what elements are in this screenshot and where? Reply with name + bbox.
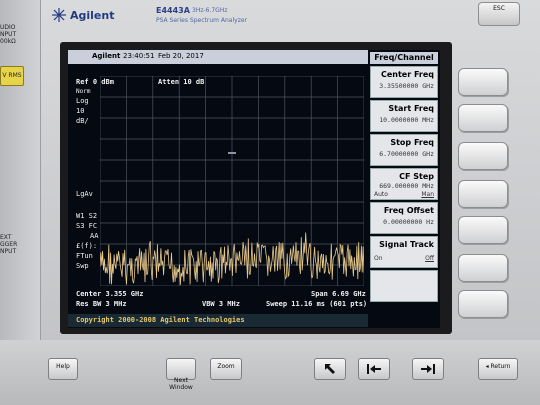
softkey-value: 10.0000000 MHz [379, 116, 434, 124]
model-range: 3Hz-6.7GHz [192, 7, 228, 14]
arrow-left-bar-icon [367, 364, 381, 374]
softkey-cf-step[interactable]: CF Step 669.000000 MHz Auto Man [370, 168, 438, 200]
softkey-label: Start Freq [388, 104, 434, 113]
return-label-wrap: ◂ Return [479, 359, 517, 370]
softkey-on-option: On [374, 255, 383, 262]
status-vendor: Agilent [92, 52, 121, 60]
softkey-label: CF Step [399, 172, 434, 181]
help-button-label: Help [56, 363, 70, 370]
return-arrow-icon: ◂ [485, 363, 489, 370]
v-rms-button[interactable]: V RMS [0, 66, 24, 86]
span: Span 6.69 GHz [311, 290, 366, 298]
bottom-key-strip [0, 340, 540, 405]
ftun-label: FTun [76, 252, 93, 260]
model-number: E4443A [156, 6, 190, 15]
softkey-auto-option: Auto [374, 191, 388, 198]
hw-softkey-1[interactable] [458, 68, 508, 96]
softkey-off-option: Off [425, 255, 434, 262]
softkey-freq-offset[interactable]: Freq Offset 0.00000000 Hz [370, 202, 438, 234]
audio-input-label: UDIO NPUT 00kΩ [0, 24, 17, 45]
arrow-up-left-button[interactable] [314, 358, 346, 380]
status-time: 23:40:51 [123, 52, 155, 60]
hw-softkey-3[interactable] [458, 142, 508, 170]
softkey-signal-track[interactable]: Signal Track On Off [370, 236, 438, 268]
hw-softkey-5[interactable] [458, 216, 508, 244]
softkey-value: 3.35500000 GHz [379, 82, 434, 90]
hw-softkey-2[interactable] [458, 104, 508, 132]
analyzer-screen: Agilent 23:40:51 Feb 20, 2017 Ref 0 dBm … [68, 50, 440, 328]
ext-trigger-label: EXT GGER NPUT [0, 234, 18, 255]
next-window-label: Next Window [169, 377, 193, 391]
softkey-value: 6.70000000 GHz [379, 150, 434, 158]
softkey-menu-title: Freq/Channel [370, 52, 438, 64]
status-bar: Agilent 23:40:51 Feb 20, 2017 [68, 50, 368, 64]
vbw: VBW 3 MHz [202, 300, 240, 308]
help-button[interactable]: Help [48, 358, 78, 380]
esc-button[interactable]: ESC [478, 2, 520, 26]
softkey-label: Signal Track [379, 240, 434, 249]
res-bw: Res BW 3 MHz [76, 300, 127, 308]
next-window-button[interactable]: Next Window [166, 358, 196, 391]
arrow-up-left-icon [325, 364, 335, 374]
softkey-stop-freq[interactable]: Stop Freq 6.70000000 GHz [370, 134, 438, 166]
softkey-label: Stop Freq [390, 138, 434, 147]
center-marker [228, 152, 236, 154]
softkey-start-freq[interactable]: Start Freq 10.0000000 MHz [370, 100, 438, 132]
zoom-button-label: Zoom [217, 363, 235, 370]
zoom-button[interactable]: Zoom [210, 358, 242, 380]
brand-bar: Agilent E4443A 3Hz-6.7GHz PSA Series Spe… [44, 2, 484, 28]
scale-value: 10 [76, 107, 85, 115]
scale-type: Log [76, 97, 89, 105]
softkey-value: 669.000000 MHz [379, 182, 434, 190]
softkey-value: 0.00000000 Hz [383, 218, 434, 226]
detector-mode: Norm [76, 88, 91, 95]
arrow-right-bar-icon [421, 364, 435, 374]
softkey-label: Center Freq [380, 70, 434, 79]
softkey-man-option: Man [421, 191, 434, 198]
copyright-text: Copyright 2000-2008 Agilent Technologies [76, 316, 245, 324]
hw-softkey-7[interactable] [458, 290, 508, 318]
scale-unit: dB/ [76, 117, 89, 125]
w1s2-label: W1 S2 [76, 212, 98, 220]
softkey-blank[interactable] [370, 270, 438, 302]
return-button[interactable]: ◂ Return [478, 358, 518, 380]
softkey-center-freq[interactable]: Center Freq 3.35500000 GHz [370, 66, 438, 98]
center-frequency: Center 3.355 GHz [76, 290, 144, 298]
ff-label: £(f): [76, 242, 98, 250]
return-label: Return [490, 363, 511, 370]
swp-label: Swp [76, 262, 89, 270]
sweep-time: Sweep 11.16 ms (601 pts) [266, 300, 368, 308]
spectrum-graticule [100, 76, 364, 286]
model-series: PSA Series Spectrum Analyzer [156, 17, 247, 24]
brand-name: Agilent [70, 9, 115, 22]
softkey-label: Freq Offset [383, 206, 434, 215]
s3fc-label: S3 FC [76, 222, 98, 230]
aa-label: AA [90, 232, 99, 240]
hw-softkey-6[interactable] [458, 254, 508, 282]
hw-softkey-4[interactable] [458, 180, 508, 208]
status-date: Feb 20, 2017 [158, 52, 204, 60]
arrow-left-tab-button[interactable] [358, 358, 390, 380]
agilent-logo-icon [52, 8, 66, 22]
lgav-label: LgAv [76, 190, 93, 198]
arrow-right-tab-button[interactable] [412, 358, 444, 380]
